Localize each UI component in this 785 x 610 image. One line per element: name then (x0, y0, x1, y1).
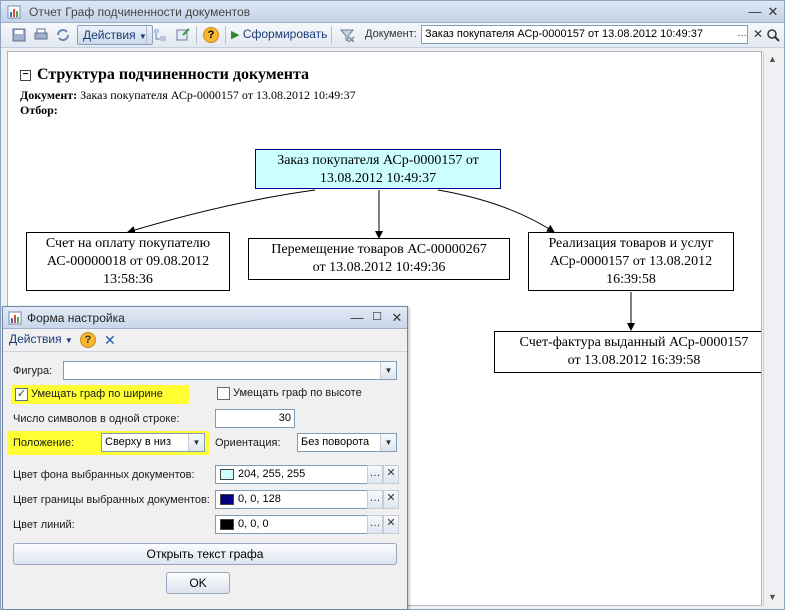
dialog-title: Форма настройка (27, 311, 125, 325)
position-label: Положение: (13, 437, 75, 449)
node-text: от 13.08.2012 16:39:58 (567, 353, 701, 368)
dialog-toolbar: Действия ▼ ? ✕ (3, 329, 407, 352)
graph-node-root[interactable]: Заказ покупателя АСр-0000157 от 13.08.20… (255, 149, 501, 189)
fit-width-checkbox[interactable]: ✓ (15, 388, 28, 401)
border-color-field[interactable]: 0, 0, 128 (215, 490, 369, 509)
actions-menu-button[interactable]: Действия ▼ (77, 25, 153, 45)
main-toolbar: Действия ▼ ? ▶ Сформировать Документ: За… (1, 23, 784, 48)
node-text: АС-00000018 от 09.08.2012 (46, 254, 210, 269)
node-text: Счет-фактура выданный АСр-0000157 (519, 335, 749, 350)
help-icon[interactable]: ? (80, 332, 96, 348)
save-icon[interactable] (11, 27, 27, 43)
bg-color-field[interactable]: 204, 255, 255 (215, 465, 369, 484)
border-color-label: Цвет границы выбранных документов: (13, 494, 210, 506)
toolbar-separator (225, 26, 226, 44)
edge-root-invoice (127, 189, 316, 234)
open-graph-text-button[interactable]: Открыть текст графа (13, 543, 397, 565)
print-icon[interactable] (33, 27, 49, 43)
graph-node-transfer[interactable]: Перемещение товаров АС-00000267 от 13.08… (248, 238, 510, 280)
search-icon[interactable] (766, 28, 780, 42)
chevron-down-icon[interactable]: ▼ (380, 434, 396, 451)
app-icon (7, 5, 21, 19)
clear-icon[interactable]: ✕ (751, 25, 765, 44)
line-color-label: Цвет линий: (13, 519, 75, 531)
toolbar-separator (196, 26, 197, 44)
graph-node-sale[interactable]: Реализация товаров и услуг АСр-0000157 о… (528, 232, 734, 291)
orientation-label: Ориентация: (215, 437, 281, 449)
close-icon[interactable]: ✕ (765, 4, 781, 20)
chevron-down-icon[interactable]: ▼ (188, 434, 204, 451)
maximize-icon[interactable]: ☐ (369, 310, 385, 326)
generate-label: Сформировать (242, 27, 328, 41)
main-titlebar: Отчет Граф подчиненности документов — ✕ (1, 1, 784, 23)
chars-per-line-label: Число символов в одной строке: (13, 413, 180, 425)
scroll-down-icon[interactable]: ▼ (767, 592, 778, 603)
node-text: Счет на оплату покупателю (45, 236, 211, 251)
tree-icon[interactable] (152, 27, 168, 43)
chevron-down-icon: ▼ (64, 336, 73, 345)
node-text: Перемещение товаров АС-00000267 (271, 242, 487, 257)
node-text: 13.08.2012 10:49:37 (319, 171, 437, 186)
document-label: Документ: (365, 28, 417, 40)
play-icon: ▶ (231, 29, 240, 41)
document-input[interactable]: Заказ покупателя АСр-0000157 от 13.08.20… (421, 25, 748, 44)
node-text: Заказ покупателя АСр-0000157 от (277, 153, 479, 168)
chars-per-line-input[interactable]: 30 (215, 409, 295, 428)
minimize-icon[interactable]: — (747, 4, 763, 20)
clear-icon[interactable]: ✕ (383, 515, 399, 534)
generate-button[interactable]: ▶ Сформировать (231, 27, 327, 41)
fit-height-checkbox[interactable] (217, 387, 230, 400)
window-title: Отчет Граф подчиненности документов (29, 5, 251, 19)
filter-icon[interactable] (339, 27, 355, 43)
node-text: АСр-0000157 от 13.08.2012 (549, 254, 713, 269)
border-color-swatch (220, 494, 234, 505)
chevron-down-icon[interactable]: ▼ (380, 362, 396, 379)
app-icon (8, 311, 22, 325)
node-text: 16:39:58 (606, 272, 656, 287)
dialog-titlebar: Форма настройка — ☐ ✕ (3, 307, 407, 329)
ellipsis-icon[interactable]: … (367, 490, 383, 509)
fit-width-label: Умещать граф по ширине (31, 388, 163, 400)
dialog-actions-menu[interactable]: Действия ▼ (9, 332, 73, 346)
refresh-icon[interactable] (55, 27, 71, 43)
export-icon[interactable] (175, 27, 191, 43)
edge-root-sale (437, 189, 555, 233)
shape-select[interactable] (63, 361, 397, 380)
actions-label: Действия (83, 28, 136, 42)
line-color-swatch (220, 519, 234, 530)
shape-label: Фигура: (13, 365, 53, 377)
ok-button[interactable]: OK (166, 572, 230, 594)
vertical-scrollbar[interactable]: ▲ ▼ (763, 51, 780, 606)
node-text: 13:58:36 (103, 272, 153, 287)
clear-icon[interactable]: ✕ (383, 490, 399, 509)
help-icon[interactable]: ? (203, 27, 219, 43)
node-text: Реализация товаров и услуг (548, 236, 714, 251)
scroll-up-icon[interactable]: ▲ (767, 54, 778, 65)
minimize-icon[interactable]: — (349, 310, 365, 326)
fit-height-label: Умещать граф по высоте (233, 387, 362, 399)
bg-color-swatch (220, 469, 234, 480)
select-button[interactable]: … (735, 25, 749, 44)
ellipsis-icon[interactable]: … (367, 465, 383, 484)
dialog-actions-label: Действия (9, 332, 62, 346)
toolbar-separator (331, 26, 332, 44)
line-color-field[interactable]: 0, 0, 0 (215, 515, 369, 534)
settings-dialog: Форма настройка — ☐ ✕ Действия ▼ ? ✕ Фиг… (2, 306, 408, 610)
close-icon[interactable]: ✕ (389, 310, 405, 326)
graph-node-invoice[interactable]: Счет на оплату покупателю АС-00000018 от… (26, 232, 230, 291)
close-form-icon[interactable]: ✕ (104, 332, 116, 349)
clear-icon[interactable]: ✕ (383, 465, 399, 484)
toolbar-separator (146, 26, 147, 44)
ellipsis-icon[interactable]: … (367, 515, 383, 534)
bg-color-label: Цвет фона выбранных документов: (13, 469, 195, 481)
graph-node-tax-invoice[interactable]: Счет-фактура выданный АСр-0000157 от 13.… (494, 331, 761, 373)
node-text: от 13.08.2012 10:49:36 (312, 260, 446, 275)
